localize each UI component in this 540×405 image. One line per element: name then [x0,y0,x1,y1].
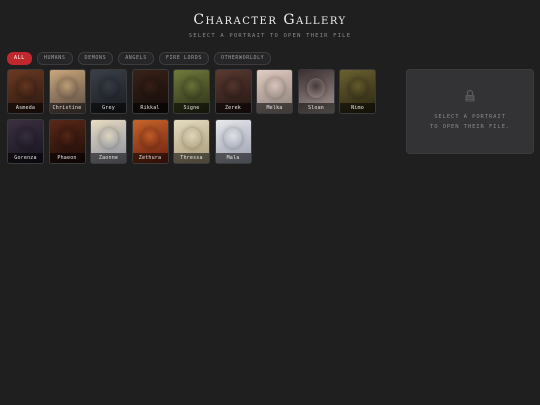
portrait-name: Zaonne [91,153,126,163]
portrait-figure [141,128,159,149]
portrait-card[interactable]: Rikkal [131,69,169,114]
filter-all[interactable]: ALL [7,52,32,65]
portrait-figure [141,78,159,99]
portrait-name: Signe [174,103,209,113]
portrait-figure [224,128,242,149]
portrait-name: Sloan [298,103,334,113]
portrait-card[interactable]: Thressa [173,119,210,164]
portrait-card[interactable]: Asmeda [7,69,44,114]
portrait-figure [182,128,201,149]
portrait-name: Zethura [132,153,168,163]
page-subtitle: SELECT A PORTRAIT TO OPEN THEIR FILE [188,33,352,39]
gallery-page: Character Gallery SELECT A PORTRAIT TO O… [0,0,540,405]
portrait-card[interactable]: Signe [173,69,210,114]
portrait-card[interactable]: Zerek [214,69,252,114]
portrait-card[interactable]: Grey [90,69,127,114]
portrait-name: Christine [49,103,85,113]
portrait-name: Zerek [215,103,251,113]
portrait-figure [182,78,201,99]
filter-demons[interactable]: DEMONS [77,52,114,65]
portrait-figure [58,78,76,99]
portrait-name: Rikkal [132,103,168,113]
filter-fire-lords[interactable]: FIRE LORDS [158,52,209,65]
portrait-grid: Asmeda Christine Grey Rikkal Signe Zerek Melka… [7,69,379,164]
portrait-figure [16,78,35,99]
portrait-card[interactable]: Sloan [297,69,335,114]
portrait-figure [348,78,367,99]
portrait-card[interactable]: Mala [214,119,252,164]
portrait-figure [224,78,242,99]
lock-icon [465,89,475,102]
filter-otherworldly[interactable]: OTHERWORLDLY [213,52,272,65]
portrait-card[interactable]: Nimo [339,69,376,114]
panel-message-line-1: SELECT A PORTRAIT [434,114,506,120]
portrait-card[interactable]: Zethura [131,119,169,164]
portrait-name: Thressa [174,153,209,163]
portrait-figure [99,78,118,99]
panel-message-line-2: TO OPEN THEIR FILE. [429,124,510,130]
portrait-name: Nimo [340,103,375,113]
filter-angels[interactable]: ANGELS [118,52,154,65]
portrait-name: Mala [215,153,251,163]
detail-panel: SELECT A PORTRAIT TO OPEN THEIR FILE. [406,69,534,154]
portrait-name: Asmeda [8,103,43,113]
portrait-card[interactable]: Christine [48,69,86,114]
portrait-card[interactable]: Zaonne [90,119,127,164]
page-title: Character Gallery [193,12,347,28]
portrait-name: Phaeon [49,153,85,163]
portrait-card[interactable]: Gorenza [7,119,44,164]
portrait-figure [307,78,325,99]
portrait-name: Grey [91,103,126,113]
portrait-figure [265,78,284,99]
portrait-figure [16,128,35,149]
panel-message: SELECT A PORTRAIT TO OPEN THEIR FILE. [407,112,533,132]
portrait-figure [99,128,118,149]
portrait-card[interactable]: Melka [256,69,293,114]
portrait-name: Gorenza [8,153,43,163]
filter-bar: ALL HUMANS DEMONS ANGELS FIRE LORDS OTHE… [7,52,272,65]
portrait-name: Melka [257,103,292,113]
portrait-card[interactable]: Phaeon [48,119,86,164]
portrait-figure [58,128,76,149]
filter-humans[interactable]: HUMANS [36,52,73,65]
